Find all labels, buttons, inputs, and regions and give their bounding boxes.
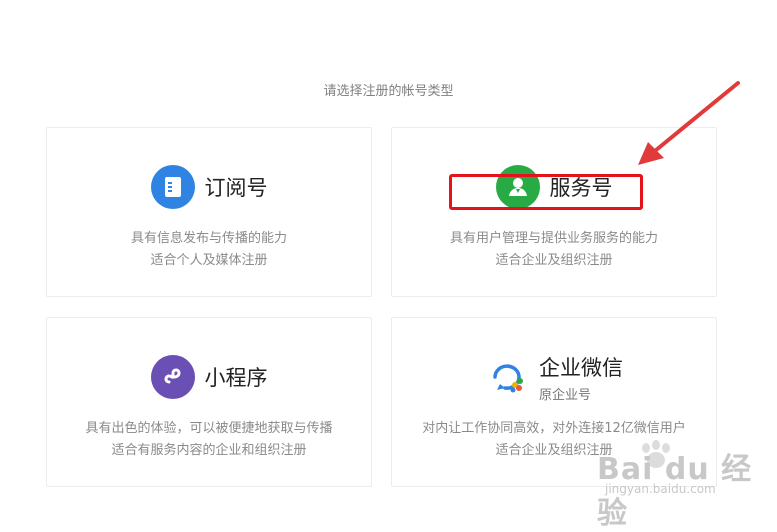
watermark-url: jingyan.baidu.com: [605, 482, 716, 496]
